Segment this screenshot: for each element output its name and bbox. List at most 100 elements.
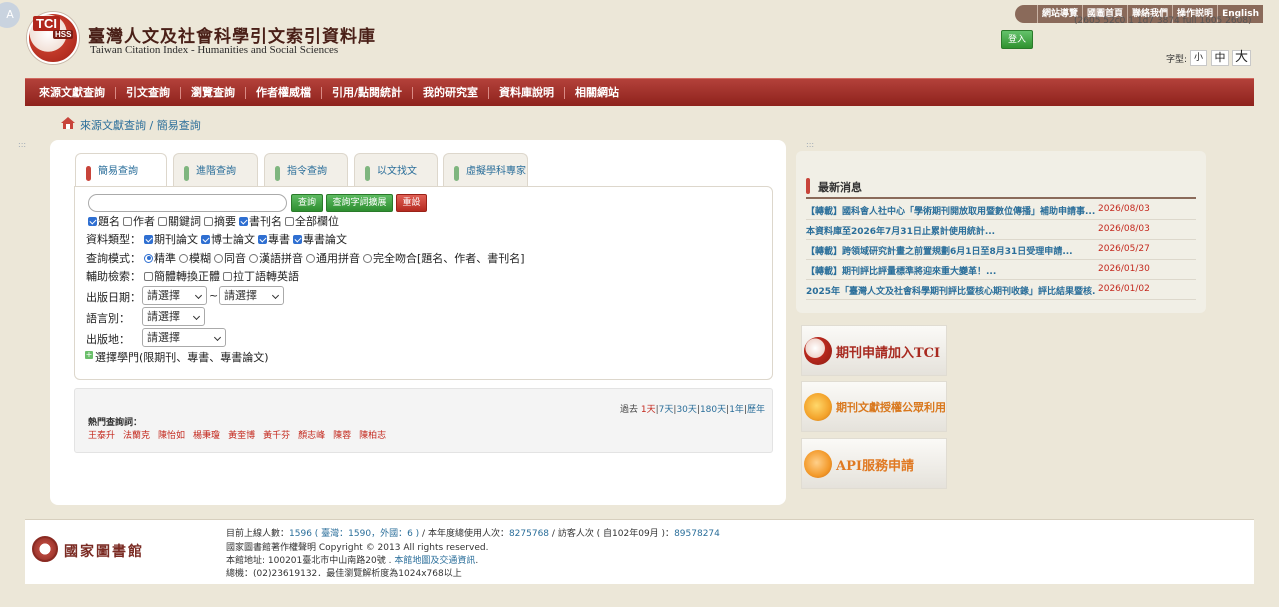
- font-size-large-button[interactable]: 大: [1232, 50, 1251, 66]
- plus-icon[interactable]: +: [85, 351, 93, 359]
- mode-full-match[interactable]: 完全吻合[題名、作者、書刊名]: [363, 250, 525, 266]
- login-button[interactable]: 登入: [1001, 30, 1033, 49]
- field-author-option[interactable]: 作者: [123, 213, 155, 229]
- radio[interactable]: [363, 253, 372, 263]
- checkbox[interactable]: [144, 234, 153, 244]
- search-button[interactable]: 查詢: [291, 194, 323, 212]
- map-link[interactable]: 本館地圖及交通資訊: [394, 556, 475, 566]
- popular-term[interactable]: 王泰升: [88, 428, 115, 441]
- checkbox[interactable]: [239, 216, 248, 226]
- popular-term[interactable]: 黃奎博: [228, 428, 255, 441]
- field-keyword-option[interactable]: 關鍵詞: [158, 213, 201, 229]
- promo-join-tci-button[interactable]: 期刊申請加入TCI: [801, 325, 947, 376]
- period-30-days[interactable]: 30天: [676, 405, 696, 415]
- popular-term[interactable]: 法蘭克: [123, 428, 150, 441]
- pub-date-from-select[interactable]: 請選擇: [142, 286, 207, 305]
- query-expansion-button[interactable]: 查詢字詞擴展: [326, 194, 393, 212]
- doc-type-book-chapter[interactable]: 專書論文: [293, 231, 347, 247]
- assist-latin-to-english[interactable]: 拉丁語轉英語: [223, 268, 299, 284]
- checkbox[interactable]: [201, 234, 210, 244]
- radio[interactable]: [306, 253, 315, 263]
- period-7-days[interactable]: 7天: [659, 405, 674, 415]
- tab-text-to-text[interactable]: 以文找文: [354, 153, 438, 186]
- checkbox[interactable]: [144, 271, 153, 281]
- period-all-years[interactable]: 歷年: [747, 405, 765, 415]
- radio[interactable]: [144, 253, 153, 263]
- doc-type-doctoral-thesis[interactable]: 博士論文: [201, 231, 255, 247]
- discipline-toggle[interactable]: 選擇學門(限期刊、專書、專書論文): [95, 349, 269, 365]
- mode-tongyong-pinyin[interactable]: 通用拼音: [306, 250, 360, 266]
- news-item-title[interactable]: 本資料庫至2026年7月31日止累計使用統計...: [806, 224, 1096, 237]
- radio[interactable]: [214, 253, 223, 263]
- footer-copyright[interactable]: 國家圖書館著作權聲明 Copyright © 2013 All rights r…: [226, 540, 488, 553]
- checkbox[interactable]: [158, 216, 167, 226]
- radio[interactable]: [249, 253, 258, 263]
- popular-term[interactable]: 顏志峰: [298, 428, 325, 441]
- nav-citation-search[interactable]: 引文查詢: [116, 86, 181, 99]
- nav-citation-stats[interactable]: 引用/點閱統計: [322, 86, 414, 99]
- mode-hanyu-pinyin[interactable]: 漢語拼音: [249, 250, 303, 266]
- nav-author-authority[interactable]: 作者權威檔: [246, 86, 322, 99]
- font-size-medium-button[interactable]: 中: [1211, 50, 1229, 66]
- news-item[interactable]: 【轉載】跨領域研究計畫之前置規劃6月1日至8月31日受理申請... 2026/05…: [806, 240, 1196, 260]
- tab-advanced-search[interactable]: 進階查詢: [173, 153, 258, 186]
- tab-command-search[interactable]: 指令查詢: [264, 153, 348, 186]
- nav-database-info[interactable]: 資料庫說明: [489, 86, 566, 99]
- field-title-option[interactable]: 題名: [88, 213, 120, 229]
- pub-date-to-select[interactable]: 請選擇: [219, 286, 284, 305]
- doc-type-book[interactable]: 專書: [258, 231, 290, 247]
- news-item[interactable]: 2025年「臺灣人文及社會科學期刊評比暨核心期刊收錄」評比結果暨核... 2026…: [806, 280, 1196, 300]
- checkbox[interactable]: [223, 271, 232, 281]
- news-item-title[interactable]: 【轉載】期刊評比評量標準將迎來重大變革！...: [806, 264, 1096, 277]
- online-label: 目前上線人數：: [226, 529, 290, 539]
- pub-place-select[interactable]: 請選擇: [142, 328, 226, 347]
- field-all-option[interactable]: 全部欄位: [285, 213, 339, 229]
- period-1-day[interactable]: 1天: [641, 405, 656, 415]
- nav-browse-search[interactable]: 瀏覽查詢: [181, 86, 246, 99]
- field-journal-option[interactable]: 書刊名: [239, 213, 282, 229]
- news-item[interactable]: 【轉載】期刊評比評量標準將迎來重大變革！... 2026/01/30: [806, 260, 1196, 280]
- period-180-days[interactable]: 180天: [700, 405, 726, 415]
- popular-term[interactable]: 陳怡如: [158, 428, 185, 441]
- popular-term[interactable]: 楊秉瓊: [193, 428, 220, 441]
- checkbox[interactable]: [285, 216, 294, 226]
- mode-homophone[interactable]: 同音: [214, 250, 246, 266]
- doc-type-label: 資料類型：: [86, 233, 141, 246]
- accessibility-icon[interactable]: A: [0, 2, 20, 28]
- checkbox[interactable]: [293, 234, 302, 244]
- news-item-title[interactable]: 【轉載】國科會人社中心「學術期刊開放取用暨數位傳播」補助申請事...: [806, 204, 1096, 217]
- nav-related-sites[interactable]: 相關網站: [565, 86, 629, 99]
- nav-my-lab[interactable]: 我的研究室: [413, 86, 490, 99]
- ncl-logo-text[interactable]: 國家圖書館: [64, 541, 144, 561]
- mode-fuzzy[interactable]: 模糊: [179, 250, 211, 266]
- popular-term[interactable]: 黃千芬: [263, 428, 290, 441]
- news-item[interactable]: 【轉載】國科會人社中心「學術期刊開放取用暨數位傳播」補助申請事... 2026/0…: [806, 200, 1196, 220]
- popular-term[interactable]: 陳柏志: [359, 428, 386, 441]
- language-select[interactable]: 請選擇: [142, 307, 205, 326]
- news-item[interactable]: 本資料庫至2026年7月31日止累計使用統計... 2026/08/03: [806, 220, 1196, 240]
- tab-simple-search[interactable]: 簡易查詢: [75, 153, 167, 187]
- doc-type-journal-article[interactable]: 期刊論文: [144, 231, 198, 247]
- checkbox[interactable]: [88, 216, 97, 226]
- promo-api-button[interactable]: API服務申請: [801, 438, 947, 489]
- promo-license-button[interactable]: 期刊文獻授權公眾利用: [801, 381, 947, 432]
- reset-button[interactable]: 重設: [396, 194, 427, 212]
- mode-exact[interactable]: 精準: [144, 250, 176, 266]
- checkbox[interactable]: [258, 234, 267, 244]
- nav-source-search[interactable]: 來源文獻查詢: [29, 86, 116, 99]
- tab-virtual-expert[interactable]: 虛擬學科專家: [443, 153, 528, 186]
- assist-simplified-to-traditional[interactable]: 簡體轉換正體: [144, 268, 220, 284]
- radio[interactable]: [179, 253, 188, 263]
- news-item-title[interactable]: 【轉載】跨領域研究計畫之前置規劃6月1日至8月31日受理申請...: [806, 244, 1096, 257]
- font-size-small-button[interactable]: 小: [1190, 50, 1207, 66]
- period-1-year[interactable]: 1年: [729, 405, 744, 415]
- popular-term[interactable]: 陳蓉: [333, 428, 351, 441]
- ncl-seal-icon[interactable]: [32, 536, 58, 562]
- breadcrumb-root[interactable]: 來源文獻查詢: [80, 119, 146, 132]
- checkbox[interactable]: [123, 216, 132, 226]
- checkbox[interactable]: [204, 216, 213, 226]
- search-input[interactable]: [88, 194, 287, 212]
- promo-label: 期刊文獻授權公眾利用: [836, 401, 946, 414]
- field-abstract-option[interactable]: 摘要: [204, 213, 236, 229]
- news-item-title[interactable]: 2025年「臺灣人文及社會科學期刊評比暨核心期刊收錄」評比結果暨核...: [806, 284, 1096, 297]
